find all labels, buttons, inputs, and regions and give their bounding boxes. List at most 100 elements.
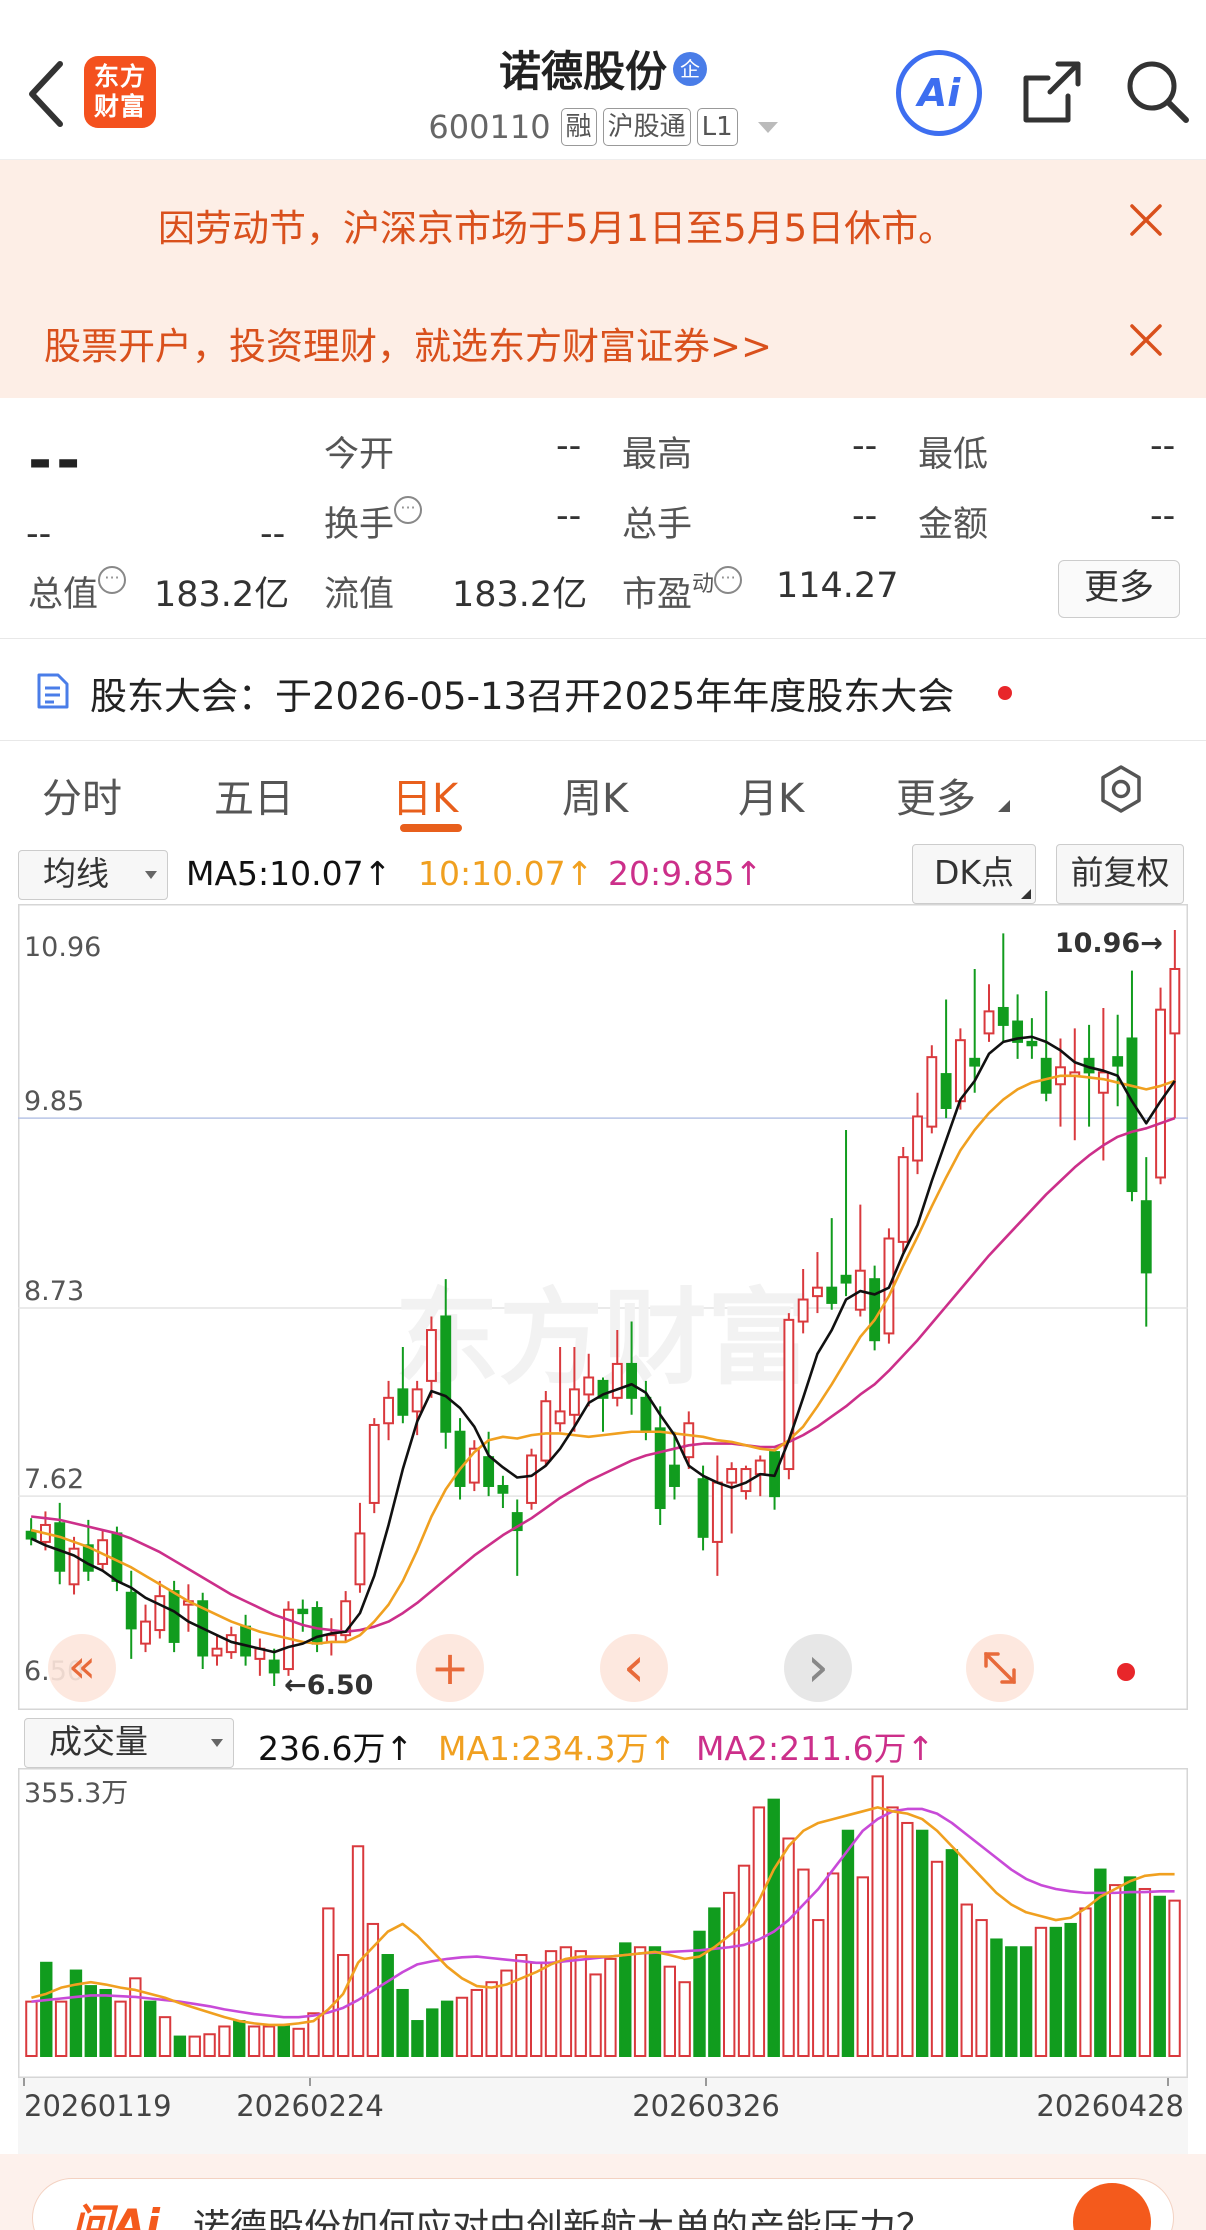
volume-value: 236.6万 <box>258 1729 386 1768</box>
tab-more[interactable]: 更多 <box>896 766 976 824</box>
info-icon[interactable]: ··· <box>714 566 743 594</box>
candle-body <box>426 1329 437 1382</box>
up-arrow-icon: ↑ <box>648 1729 677 1768</box>
volume-bar <box>841 1829 855 2057</box>
gear-icon[interactable] <box>1096 764 1146 814</box>
candle-body <box>383 1396 394 1425</box>
ai-question-text: 诺德股份如何应对中创新航大单的产能压力？ <box>193 2206 933 2230</box>
candle-body <box>25 1530 37 1540</box>
turnover-label-text: 换手 <box>324 505 395 545</box>
adjust-button[interactable]: 前复权 <box>1056 844 1184 904</box>
info-icon[interactable]: ··· <box>98 566 127 594</box>
candle-body <box>1140 1200 1152 1274</box>
volume-selector[interactable]: 成交量 <box>24 1718 234 1768</box>
fullscreen-button[interactable] <box>966 1634 1034 1702</box>
volume-bar <box>1153 1895 1166 2057</box>
volume-bar <box>633 1946 647 2057</box>
prev-button[interactable]: ‹ <box>600 1634 668 1702</box>
candle-body <box>397 1388 409 1416</box>
volume-bar <box>381 1954 394 2058</box>
volume-bar <box>589 1973 602 2057</box>
volume-bar <box>975 1919 988 2057</box>
close-icon[interactable] <box>1126 200 1166 240</box>
candle-body <box>1040 1057 1052 1094</box>
dk-point-button[interactable]: DK点 <box>912 844 1036 904</box>
next-button[interactable]: › <box>784 1634 852 1702</box>
volume-bar <box>663 1965 677 2057</box>
date-tick-label: 20260224 <box>236 2089 384 2123</box>
promo-notice-text: 股票开户，投资理财，就选东方财富证券>> <box>44 325 773 368</box>
promo-notice[interactable]: 股票开户，投资理财，就选东方财富证券>> <box>0 280 1206 398</box>
candle-body <box>540 1400 552 1462</box>
pe-dynamic-sup: 动 <box>692 572 715 597</box>
volume-value: -- <box>852 496 878 536</box>
quote-panel: -- -- -- 今开 -- 最高 -- 最低 -- 换手 ··· -- 总手 -… <box>0 398 1206 634</box>
header: 东方 财富 诺德股份企 600110 融沪股通 L1 Ai <box>0 0 1206 160</box>
volume-bar <box>990 1938 1003 2057</box>
mktcap-label-text: 总值 <box>28 575 99 615</box>
volume-bar <box>1034 1926 1048 2057</box>
zoom-in-button[interactable]: + <box>416 1634 484 1702</box>
amount-label: 金额 <box>918 505 989 545</box>
ai-button[interactable]: Ai <box>896 50 982 136</box>
holiday-notice[interactable]: 因劳动节，沪深京市场于5月1日至5月5日休市。 <box>0 160 1206 280</box>
candle-body <box>1126 1037 1138 1193</box>
search-icon[interactable] <box>1124 58 1190 124</box>
dk-point-label: DK点 <box>933 853 1015 892</box>
up-arrow-icon: ↑ <box>565 854 594 893</box>
live-dot <box>1117 1663 1135 1681</box>
high-label: 最高 <box>622 435 693 475</box>
y-tick-label: 10.96 <box>24 932 101 963</box>
candle-body <box>897 1156 909 1243</box>
tab-intraday[interactable]: 分时 <box>42 766 122 824</box>
ai-question-card[interactable]: 问Ai 诺德股份如何应对中创新航大单的产能压力？ <box>32 2178 1174 2230</box>
low-label: 最低 <box>918 435 989 475</box>
price-change: -- <box>26 514 52 554</box>
chevron-down-icon <box>145 871 157 879</box>
candle-body <box>669 1464 680 1487</box>
candle-body <box>1169 967 1181 1035</box>
current-price: -- <box>28 426 85 494</box>
volume-chart[interactable]: 355.3万 <box>18 1768 1188 2078</box>
volume-bar <box>143 2000 157 2057</box>
ma10-readout: 10:10.07↑ <box>418 854 593 893</box>
share-icon[interactable] <box>1020 58 1084 126</box>
candle-body <box>1155 1008 1166 1179</box>
candle-body <box>983 1010 995 1035</box>
volume-bar <box>619 1942 632 2057</box>
dropdown-caret-icon[interactable] <box>757 121 778 133</box>
ma-selector[interactable]: 均线 <box>18 850 168 900</box>
arrow-right-icon[interactable] <box>1073 2183 1151 2230</box>
info-icon[interactable]: ··· <box>394 496 423 524</box>
candlestick-chart[interactable]: 10.969.858.737.626.50东方财富10.96→←6.50 <box>18 904 1188 1710</box>
volume-bar <box>426 2008 439 2057</box>
tab-daily-k[interactable]: 日K <box>392 766 458 824</box>
close-icon[interactable] <box>1126 320 1166 360</box>
tab-five-day[interactable]: 五日 <box>214 766 294 824</box>
candle-body <box>454 1430 466 1487</box>
volume-bar <box>648 1946 662 2057</box>
volume-label: 总手 <box>622 505 693 545</box>
volume-bar <box>1108 1884 1122 2057</box>
volume-bar <box>1005 1946 1018 2057</box>
mktcap-label: 总值 ··· <box>28 566 127 617</box>
chevron-left-icon: ‹ <box>623 1635 645 1700</box>
up-arrow-icon: ↑ <box>906 1729 935 1768</box>
chart-section: 均线 MA5:10.07↑ 10:10.07↑ 20:9.85↑ DK点 前复权… <box>0 844 1206 2154</box>
more-quote-button[interactable]: 更多 <box>1058 560 1180 618</box>
shareholder-meeting-row[interactable]: 股东大会：于2026-05-13召开2025年年度股东大会 <box>0 640 1206 740</box>
candle-body <box>354 1532 366 1586</box>
turnover-value: -- <box>556 496 582 536</box>
candle-body <box>297 1608 309 1615</box>
rewind-button[interactable]: « <box>48 1634 116 1702</box>
volume-bar <box>752 1806 766 2057</box>
volume-bar <box>886 1806 899 2057</box>
volume-bar <box>455 1996 469 2058</box>
tab-monthly-k[interactable]: 月K <box>738 766 804 824</box>
volume-bar <box>173 2035 187 2058</box>
date-tick-label: 20260428 <box>1036 2089 1184 2123</box>
tab-weekly-k[interactable]: 周K <box>562 766 628 824</box>
volume-bar <box>1064 1922 1077 2057</box>
volume-bar <box>292 2027 305 2057</box>
volume-bar <box>470 1988 484 2058</box>
